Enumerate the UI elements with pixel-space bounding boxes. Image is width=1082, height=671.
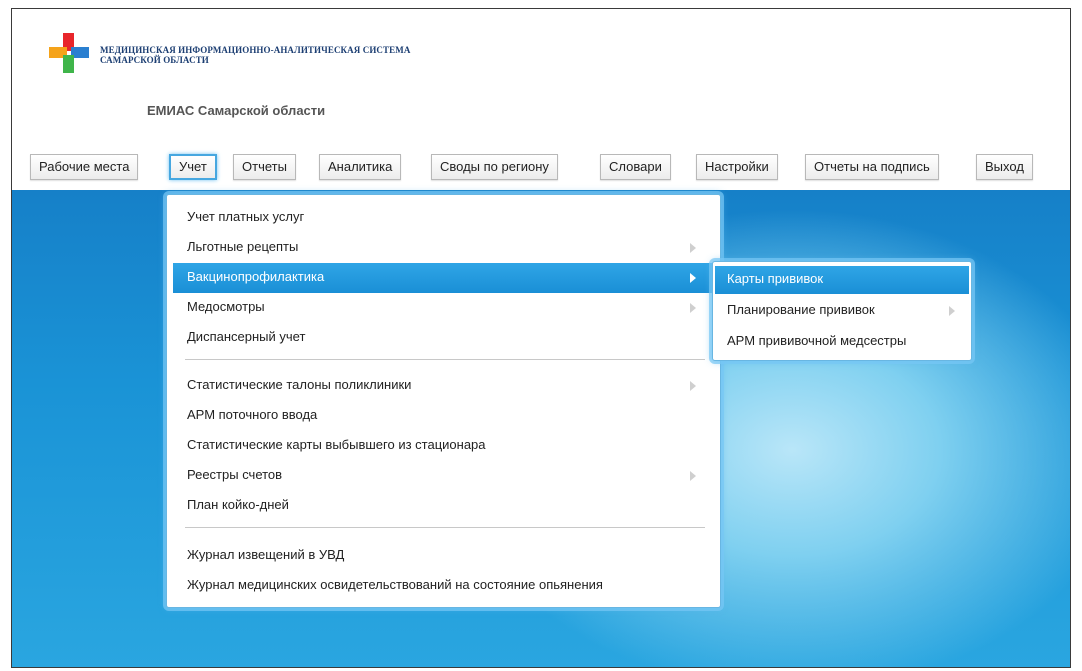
logo-text: МЕДИЦИНСКАЯ ИНФОРМАЦИОННО-АНАЛИТИЧЕСКАЯ … [100,45,410,65]
menu-item-intoxication-exams-log[interactable]: Журнал медицинских освидетельствований н… [173,571,714,601]
submenu-arrow-icon [690,243,696,253]
nav-analytics-button[interactable]: Аналитика [319,154,402,180]
submenu-item-vaccination-cards[interactable]: Карты прививок [715,266,969,294]
submenu-item-vaccination-planning[interactable]: Планирование прививок [715,297,969,325]
medical-cross-logo-icon [49,33,89,73]
menu-item-label: Реестры счетов [187,467,283,482]
menu-separator [185,527,705,528]
nav-reports-button[interactable]: Отчеты [233,154,296,180]
accounting-dropdown-menu: Учет платных услуг Льготные рецепты Вакц… [166,194,721,608]
submenu-arrow-icon [690,471,696,481]
nav-settings-button[interactable]: Настройки [696,154,778,180]
submenu-arrow-icon [690,303,696,313]
menu-item-paid-services[interactable]: Учет платных услуг [173,203,714,233]
nav-accounting-button[interactable]: Учет [169,154,217,180]
menu-item-police-notices-log[interactable]: Журнал извещений в УВД [173,541,714,571]
menu-item-label: Медосмотры [187,299,265,314]
menu-item-discharge-stat-cards[interactable]: Статистические карты выбывшего из стацио… [173,431,714,461]
logo-line-2: САМАРСКОЙ ОБЛАСТИ [100,55,209,65]
menu-item-stream-input-workstation[interactable]: АРМ поточного ввода [173,401,714,431]
submenu-item-label: АРМ прививочной медсестры [727,333,907,348]
main-navbar: Рабочие места Учет Отчеты Аналитика Свод… [12,146,1070,190]
app-window: МЕДИЦИНСКАЯ ИНФОРМАЦИОННО-АНАЛИТИЧЕСКАЯ … [11,8,1071,668]
submenu-arrow-icon [690,381,696,391]
submenu-item-label: Планирование прививок [727,302,875,317]
submenu-item-label: Карты прививок [727,271,824,286]
logo-line-1: МЕДИЦИНСКАЯ ИНФОРМАЦИОННО-АНАЛИТИЧЕСКАЯ … [100,45,411,55]
menu-item-label: Журнал извещений в УВД [187,547,345,562]
nav-reports-to-sign-button[interactable]: Отчеты на подпись [805,154,939,180]
menu-item-label: Статистические карты выбывшего из стацио… [187,437,486,452]
app-title: ЕМИАС Самарской области [147,103,326,118]
nav-exit-button[interactable]: Выход [976,154,1033,180]
menu-item-label: Диспансерный учет [187,329,306,344]
menu-item-dispensary[interactable]: Диспансерный учет [173,323,714,353]
nav-workplaces-button[interactable]: Рабочие места [30,154,139,180]
menu-item-label: Статистические талоны поликлиники [187,377,412,392]
submenu-arrow-icon [949,306,955,316]
menu-item-preferential-prescriptions[interactable]: Льготные рецепты [173,233,714,263]
menu-item-bed-days-plan[interactable]: План койко-дней [173,491,714,521]
menu-separator [185,359,705,360]
menu-item-vaccination[interactable]: Вакцинопрофилактика [173,263,714,293]
menu-item-label: План койко-дней [187,497,289,512]
menu-item-invoice-registers[interactable]: Реестры счетов [173,461,714,491]
vaccination-submenu: Карты прививок Планирование прививок АРМ… [712,261,972,361]
nav-dictionaries-button[interactable]: Словари [600,154,671,180]
nav-regional-summary-button[interactable]: Своды по региону [431,154,558,180]
submenu-arrow-icon [690,273,696,283]
menu-item-medical-exams[interactable]: Медосмотры [173,293,714,323]
submenu-item-nurse-workstation[interactable]: АРМ прививочной медсестры [715,328,969,356]
menu-item-label: Журнал медицинских освидетельствований н… [187,577,603,592]
menu-item-clinic-stat-coupons[interactable]: Статистические талоны поликлиники [173,371,714,401]
menu-item-label: Учет платных услуг [187,209,305,224]
menu-item-label: АРМ поточного ввода [187,407,318,422]
menu-item-label: Льготные рецепты [187,239,299,254]
menu-item-label: Вакцинопрофилактика [187,269,325,284]
